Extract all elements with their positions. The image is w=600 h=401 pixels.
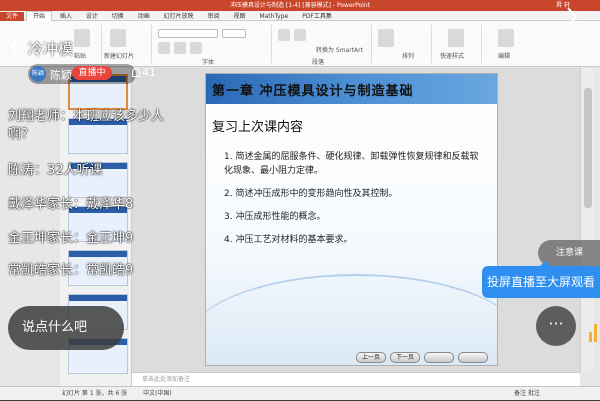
comment-input[interactable]: 说点什么吧: [8, 306, 124, 350]
more-icon[interactable]: ···: [536, 306, 576, 346]
viewer-count: 41: [142, 66, 156, 79]
room-title: 冷冲模: [28, 40, 74, 58]
live-stream-overlay: ❮ 冷冲模 陈颖 陈颖 直播中 41 刘翔老师：本班应该多少人啊？ 陈涛：32人…: [0, 0, 600, 400]
host-name: 陈颖: [50, 69, 72, 82]
chat-message: 戴泽华家长：戴泽华8: [8, 197, 134, 212]
cast-to-screen-tip[interactable]: 投屏直播至大屏观看: [482, 261, 600, 298]
avatar[interactable]: 陈颖: [30, 66, 46, 82]
chat-message: 刘翔老师：本班应该多少人啊？: [8, 109, 165, 142]
chat-message: 陈涛：32人听课: [8, 163, 103, 178]
audio-level-icon: [589, 324, 597, 342]
back-icon[interactable]: ❮: [8, 36, 21, 55]
chat-message: 金正坤家长：金正坤9: [8, 231, 134, 246]
status-badge: 直播中: [72, 66, 112, 80]
chat-message: 常凯皓家长：常凯皓9: [8, 263, 134, 278]
viewer-icon: [132, 68, 140, 77]
signal-icon: [567, 7, 578, 27]
